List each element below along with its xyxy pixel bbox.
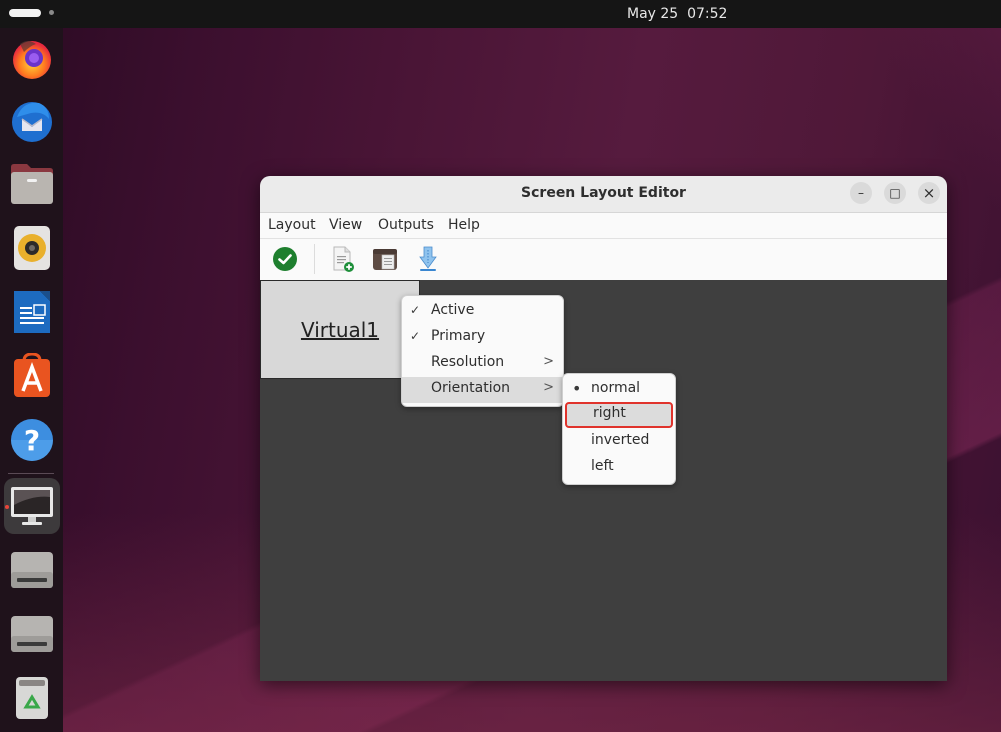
thunderbird-icon: [12, 102, 52, 142]
menu-item-resolution[interactable]: Resolution >: [402, 351, 563, 377]
output-context-menu: ✓ Active ✓ Primary Resolution > Orientat…: [401, 295, 564, 407]
maximize-icon: □: [889, 186, 901, 200]
check-icon: ✓: [410, 329, 421, 343]
dock-separator: [8, 473, 54, 474]
window-title: Screen Layout Editor: [521, 185, 686, 201]
dock-item-help[interactable]: ?: [4, 412, 60, 468]
menu-item-label: Active: [431, 302, 475, 318]
minimize-icon: –: [858, 186, 864, 200]
toolbar-separator: [314, 244, 315, 274]
dock: ?: [0, 28, 63, 732]
dock-item-drive-2[interactable]: [4, 606, 60, 662]
top-bar: May 25 07:52: [0, 0, 1001, 28]
dock-item-writer[interactable]: [4, 284, 60, 340]
workspace-indicator[interactable]: [49, 10, 54, 15]
open-folder-icon: [373, 249, 397, 270]
open-layout-button[interactable]: [370, 244, 400, 274]
orientation-submenu: • normal right inverted left: [562, 373, 676, 485]
menu-item-label: normal: [591, 380, 641, 396]
dock-item-firefox[interactable]: [4, 30, 60, 86]
orientation-normal[interactable]: • normal: [563, 377, 675, 403]
save-layout-button[interactable]: [413, 244, 443, 274]
dock-item-rhythmbox[interactable]: [4, 220, 60, 276]
clock[interactable]: May 25 07:52: [627, 4, 727, 24]
drive-icon: [11, 552, 53, 588]
menu-help[interactable]: Help: [448, 217, 480, 233]
check-circle-icon: [273, 247, 297, 271]
minimize-button[interactable]: –: [850, 182, 872, 204]
toolbar: [260, 239, 947, 280]
menu-item-label: Primary: [431, 328, 486, 344]
dock-item-trash[interactable]: [4, 670, 60, 726]
monitor-virtual1[interactable]: Virtual1: [260, 280, 420, 379]
orientation-inverted[interactable]: inverted: [563, 429, 675, 455]
dock-item-app-center[interactable]: [4, 348, 60, 404]
dock-item-screen-layout-editor[interactable]: [4, 478, 60, 534]
svg-text:?: ?: [24, 424, 40, 457]
monitor-icon: [11, 487, 53, 525]
writer-icon: [14, 291, 50, 333]
save-download-icon: [419, 246, 437, 271]
menu-item-primary[interactable]: ✓ Primary: [402, 325, 563, 351]
app-center-icon: [14, 353, 50, 397]
menu-bar: Layout View Outputs Help: [260, 213, 947, 239]
dock-item-drive-1[interactable]: [4, 542, 60, 598]
trash-icon: [16, 677, 48, 719]
dock-item-thunderbird[interactable]: [4, 92, 60, 148]
menu-item-label: inverted: [591, 432, 650, 448]
new-document-icon: [333, 246, 354, 272]
chevron-right-icon: >: [543, 380, 554, 395]
activities-button[interactable]: [9, 9, 41, 17]
files-icon: [11, 164, 53, 204]
firefox-icon: [13, 41, 51, 79]
title-bar[interactable]: Screen Layout Editor – □ ×: [260, 176, 947, 213]
menu-item-label: left: [591, 458, 614, 474]
monitor-label: Virtual1: [300, 318, 380, 342]
menu-item-orientation[interactable]: Orientation >: [402, 377, 563, 403]
menu-item-label: Orientation: [431, 380, 511, 396]
dock-item-files[interactable]: [4, 156, 60, 212]
close-icon: ×: [922, 184, 936, 202]
orientation-left[interactable]: left: [563, 455, 675, 481]
check-icon: ✓: [410, 303, 421, 317]
orientation-right[interactable]: right: [565, 402, 673, 428]
menu-item-label: right: [593, 405, 626, 421]
menu-view[interactable]: View: [329, 217, 362, 233]
running-indicator: [5, 505, 9, 509]
help-icon: ?: [11, 419, 53, 461]
menu-item-active[interactable]: ✓ Active: [402, 299, 563, 325]
apply-button[interactable]: [270, 244, 300, 274]
maximize-button[interactable]: □: [884, 182, 906, 204]
rhythmbox-icon: [14, 226, 50, 270]
chevron-right-icon: >: [543, 354, 554, 369]
drive-icon: [11, 616, 53, 652]
radio-dot-icon: •: [572, 379, 582, 398]
menu-layout[interactable]: Layout: [268, 217, 316, 233]
menu-item-label: Resolution: [431, 354, 505, 370]
close-button[interactable]: ×: [918, 182, 940, 204]
menu-outputs[interactable]: Outputs: [378, 217, 434, 233]
new-layout-button[interactable]: [328, 244, 358, 274]
